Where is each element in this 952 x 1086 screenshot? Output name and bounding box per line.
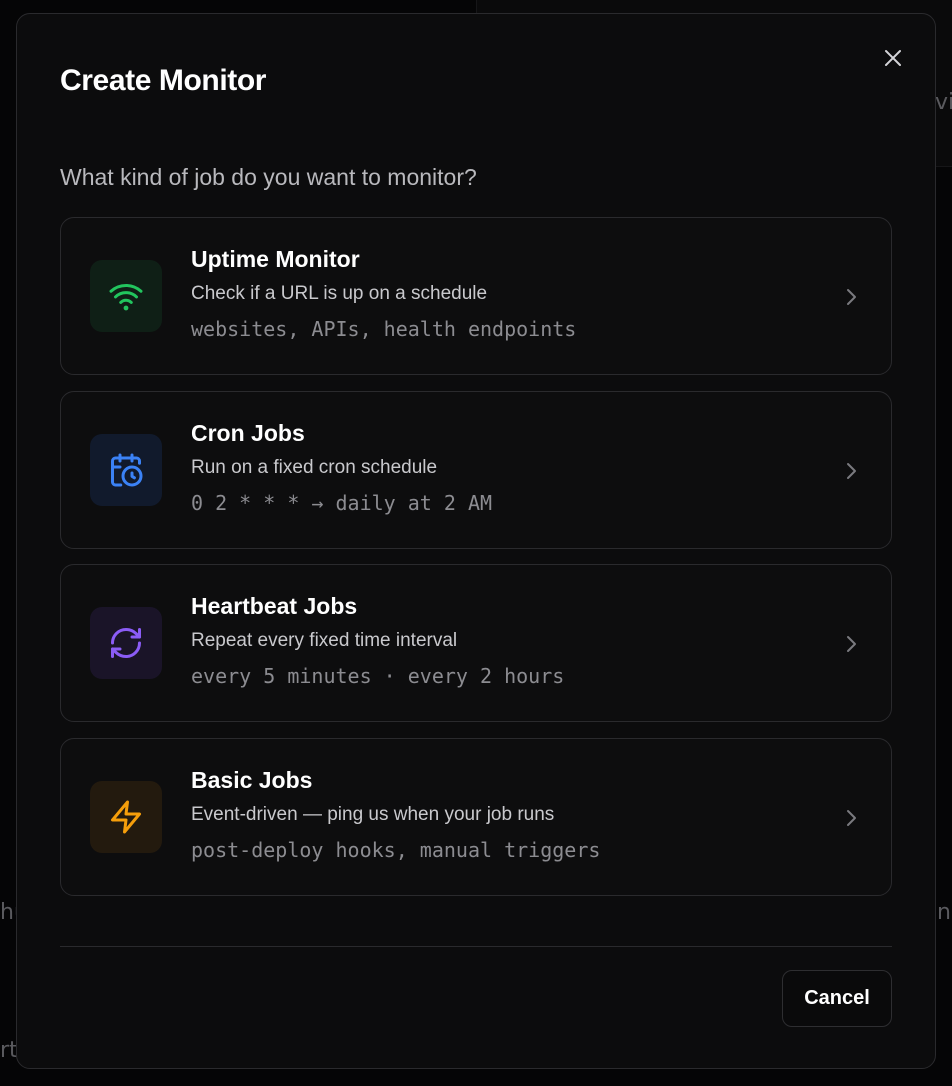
create-monitor-dialog: Create Monitor What kind of job do you w…: [16, 13, 936, 1069]
option-title: Cron Jobs: [191, 420, 305, 446]
option-title: Uptime Monitor: [191, 246, 360, 272]
option-example: 0 2 * * * → daily at 2 AM: [191, 491, 493, 515]
option-title: Heartbeat Jobs: [191, 593, 358, 619]
option-description: Check if a URL is up on a schedule: [191, 283, 488, 304]
option-example: post-deploy hooks, manual triggers: [191, 838, 601, 862]
cancel-button[interactable]: Cancel: [782, 970, 892, 1027]
close-icon: [885, 50, 901, 66]
lightning-icon: [111, 800, 141, 834]
option-basic-jobs[interactable]: Basic Jobs Event-driven — ping us when y…: [60, 738, 892, 896]
option-description: Repeat every fixed time interval: [191, 630, 458, 651]
chevron-right-icon: [847, 463, 856, 479]
chevron-right-icon: [847, 636, 856, 652]
option-description: Event-driven — ping us when your job run…: [191, 804, 555, 825]
cron-icon-tile: [90, 434, 162, 506]
option-description: Run on a fixed cron schedule: [191, 457, 438, 478]
dialog-title: Create Monitor: [60, 64, 267, 97]
option-title: Basic Jobs: [191, 767, 313, 793]
footer-divider: [60, 946, 892, 947]
dialog-prompt: What kind of job do you want to monitor?: [60, 164, 477, 190]
calendar-clock-icon: [111, 453, 143, 487]
uptime-icon-tile: [90, 260, 162, 332]
wifi-icon: [109, 284, 143, 311]
basic-icon-tile: [90, 781, 162, 853]
chevron-right-icon: [847, 289, 856, 305]
option-example: every 5 minutes · every 2 hours: [191, 664, 565, 688]
close-button[interactable]: [877, 42, 909, 74]
chevron-right-icon: [847, 810, 856, 826]
option-heartbeat-jobs[interactable]: Heartbeat Jobs Repeat every fixed time i…: [60, 564, 892, 722]
option-example: websites, APIs, health endpoints: [191, 317, 577, 341]
option-uptime-monitor[interactable]: Uptime Monitor Check if a URL is up on a…: [60, 217, 892, 375]
refresh-icon: [111, 628, 141, 658]
heartbeat-icon-tile: [90, 607, 162, 679]
background-text-fragment: vi: [935, 90, 952, 115]
background-text-fragment: n: [937, 900, 951, 925]
option-cron-jobs[interactable]: Cron Jobs Run on a fixed cron schedule 0…: [60, 391, 892, 549]
